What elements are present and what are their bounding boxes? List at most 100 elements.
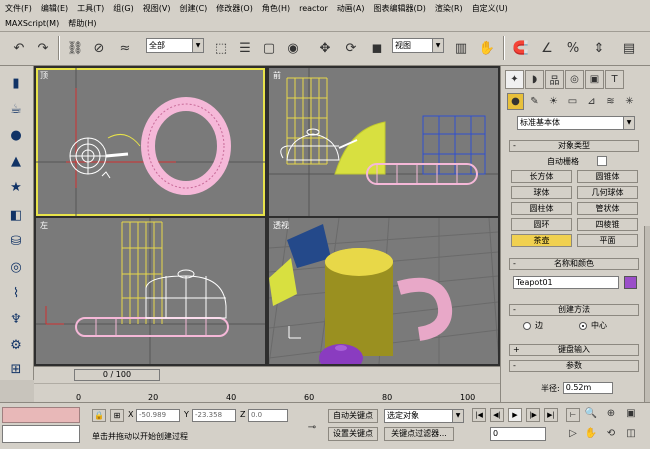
menu-reactor[interactable]: reactor <box>296 1 334 16</box>
undo-icon[interactable]: ↶ <box>8 37 30 59</box>
play-icon[interactable]: ▶ <box>508 408 522 422</box>
lathe-shelf-icon[interactable]: ♆ <box>5 308 27 330</box>
viewport-left[interactable]: 左 <box>36 218 265 364</box>
menu-group[interactable]: 组(G) <box>110 1 139 16</box>
absolute-mode-icon[interactable]: ⊞ <box>110 409 124 422</box>
zoom-icon[interactable]: 🔍 <box>584 407 598 421</box>
menu-views[interactable]: 视图(V) <box>140 1 177 16</box>
box-button[interactable]: 长方体 <box>511 170 572 183</box>
center-radio[interactable] <box>579 321 587 330</box>
shapes-icon[interactable]: ✎ <box>526 93 543 110</box>
maxscript-input-mini[interactable] <box>2 425 80 443</box>
cone-button[interactable]: 圆锥体 <box>577 170 638 183</box>
lock-selection-icon[interactable]: 🔒 <box>92 409 106 422</box>
menu-maxscript[interactable]: MAXScript(M) <box>2 16 65 31</box>
key-filters-button[interactable]: 关键点过滤器... <box>384 427 454 441</box>
next-frame-icon[interactable]: |▶ <box>526 408 540 422</box>
menu-tools[interactable]: 工具(T) <box>74 1 110 16</box>
center-radio-option[interactable]: 中心 <box>579 320 607 331</box>
x-coord-input[interactable]: -50.989 <box>136 409 180 422</box>
geometry-category-dropdown[interactable]: 标准基本体 ▼ <box>517 116 635 130</box>
pyramid-button[interactable]: 四棱锥 <box>577 218 638 231</box>
viewport-top[interactable]: 顶 <box>36 68 265 216</box>
select-rotate-icon[interactable]: ⟳ <box>340 37 362 59</box>
plane-button[interactable]: 平面 <box>577 234 638 247</box>
edge-radio[interactable] <box>523 321 531 330</box>
track-bar[interactable]: 0 20 40 60 80 100 <box>34 383 500 402</box>
menu-rendering[interactable]: 渲染(R) <box>432 1 469 16</box>
teapot-shelf-icon[interactable]: ☕ <box>5 98 27 120</box>
named-selection-icon[interactable]: ▤ <box>618 37 640 59</box>
helper-shelf-icon[interactable]: ⊞ <box>5 358 27 380</box>
viewport-perspective[interactable]: 透视 <box>269 218 498 364</box>
sphere-shelf-icon[interactable]: ● <box>5 124 27 146</box>
arc-rotate-icon[interactable]: ⟲ <box>604 427 618 441</box>
motion-tab-icon[interactable]: ◎ <box>565 70 584 89</box>
keyboard-entry-rollout[interactable]: + 键盘输入 <box>509 344 639 356</box>
menu-file[interactable]: 文件(F) <box>2 1 38 16</box>
current-frame-input[interactable]: 0 <box>490 427 546 441</box>
redo-icon[interactable]: ↷ <box>32 37 54 59</box>
selection-filter-dropdown[interactable]: 全部 ▼ <box>146 38 204 53</box>
create-tab-icon[interactable]: ✦ <box>505 70 524 89</box>
name-color-rollout[interactable]: - 名称和颜色 <box>509 258 639 270</box>
angle-snap-icon[interactable]: ∠ <box>536 37 558 59</box>
gear-icon[interactable]: ⚙ <box>5 334 27 356</box>
systems-icon[interactable]: ✳ <box>621 93 638 110</box>
geometry-icon[interactable]: ● <box>507 93 524 110</box>
modify-tab-icon[interactable]: ◗ <box>525 70 544 89</box>
lights-icon[interactable]: ☀ <box>545 93 562 110</box>
geometry-shelf-icon[interactable]: ▮ <box>5 72 27 94</box>
tube-button[interactable]: 管状体 <box>577 202 638 215</box>
object-name-input[interactable]: Teapot01 <box>513 276 619 289</box>
cylinder-shelf-icon[interactable]: ⛁ <box>5 230 27 252</box>
bend-shelf-icon[interactable]: ⌇ <box>5 282 27 304</box>
zoom-all-icon[interactable]: ⊕ <box>604 407 618 421</box>
field-of-view-icon[interactable]: ▷ <box>566 427 580 441</box>
geosphere-button[interactable]: 几何球体 <box>577 186 638 199</box>
menu-animation[interactable]: 动画(A) <box>334 1 371 16</box>
pivot-center-icon[interactable]: ▥ <box>450 37 472 59</box>
set-key-button[interactable]: 设置关键点 <box>328 427 378 441</box>
object-type-rollout[interactable]: - 对象类型 <box>509 140 639 152</box>
command-panel-scrollbar[interactable] <box>644 226 650 402</box>
creation-method-rollout[interactable]: - 创建方法 <box>509 304 639 316</box>
rectangular-selection-icon[interactable]: ▢ <box>258 37 280 59</box>
menu-help[interactable]: 帮助(H) <box>65 16 102 31</box>
torus-shelf-icon[interactable]: ◎ <box>5 256 27 278</box>
maximize-viewport-icon[interactable]: ◫ <box>624 427 638 441</box>
selected-object-dropdown[interactable]: 选定对象 ▼ <box>384 409 464 423</box>
hierarchy-tab-icon[interactable]: 品 <box>545 70 564 89</box>
z-coord-input[interactable]: 0.0 <box>248 409 288 422</box>
key-mode-icon[interactable]: ⊸ <box>300 421 324 435</box>
cone-shelf-icon[interactable]: ▲ <box>5 150 27 172</box>
previous-frame-icon[interactable]: ◀| <box>490 408 504 422</box>
viewport-front[interactable]: 前 <box>269 68 498 216</box>
object-color-swatch[interactable] <box>624 276 637 289</box>
menu-character[interactable]: 角色(H) <box>259 1 296 16</box>
bind-space-warp-icon[interactable]: ≈ <box>114 37 136 59</box>
utilities-tab-icon[interactable]: T <box>605 70 624 89</box>
snaps-toggle-icon[interactable]: 🧲 <box>510 37 532 59</box>
select-by-name-icon[interactable]: ☰ <box>234 37 256 59</box>
select-object-icon[interactable]: ⬚ <box>210 37 232 59</box>
torus-button[interactable]: 圆环 <box>511 218 572 231</box>
cameras-icon[interactable]: ▭ <box>564 93 581 110</box>
key-mode-toggle-icon[interactable]: ⊢ <box>566 408 580 422</box>
menu-create[interactable]: 创建(C) <box>176 1 213 16</box>
star-shelf-icon[interactable]: ★ <box>5 176 27 198</box>
autogrid-checkbox[interactable] <box>597 156 607 166</box>
helpers-icon[interactable]: ⊿ <box>583 93 600 110</box>
time-slider[interactable]: 0 / 100 <box>74 369 160 381</box>
unlink-icon[interactable]: ⊘ <box>88 37 110 59</box>
select-manipulate-icon[interactable]: ✋ <box>476 37 498 59</box>
edge-radio-option[interactable]: 边 <box>523 320 543 331</box>
auto-key-button[interactable]: 自动关键点 <box>328 409 378 423</box>
menu-modifiers[interactable]: 修改器(O) <box>213 1 259 16</box>
go-to-end-icon[interactable]: ▶| <box>544 408 558 422</box>
cylinder-button[interactable]: 圆柱体 <box>511 202 572 215</box>
zoom-extents-icon[interactable]: ▣ <box>624 407 638 421</box>
sphere-button[interactable]: 球体 <box>511 186 572 199</box>
go-to-start-icon[interactable]: |◀ <box>472 408 486 422</box>
parameters-rollout[interactable]: - 参数 <box>509 360 639 372</box>
